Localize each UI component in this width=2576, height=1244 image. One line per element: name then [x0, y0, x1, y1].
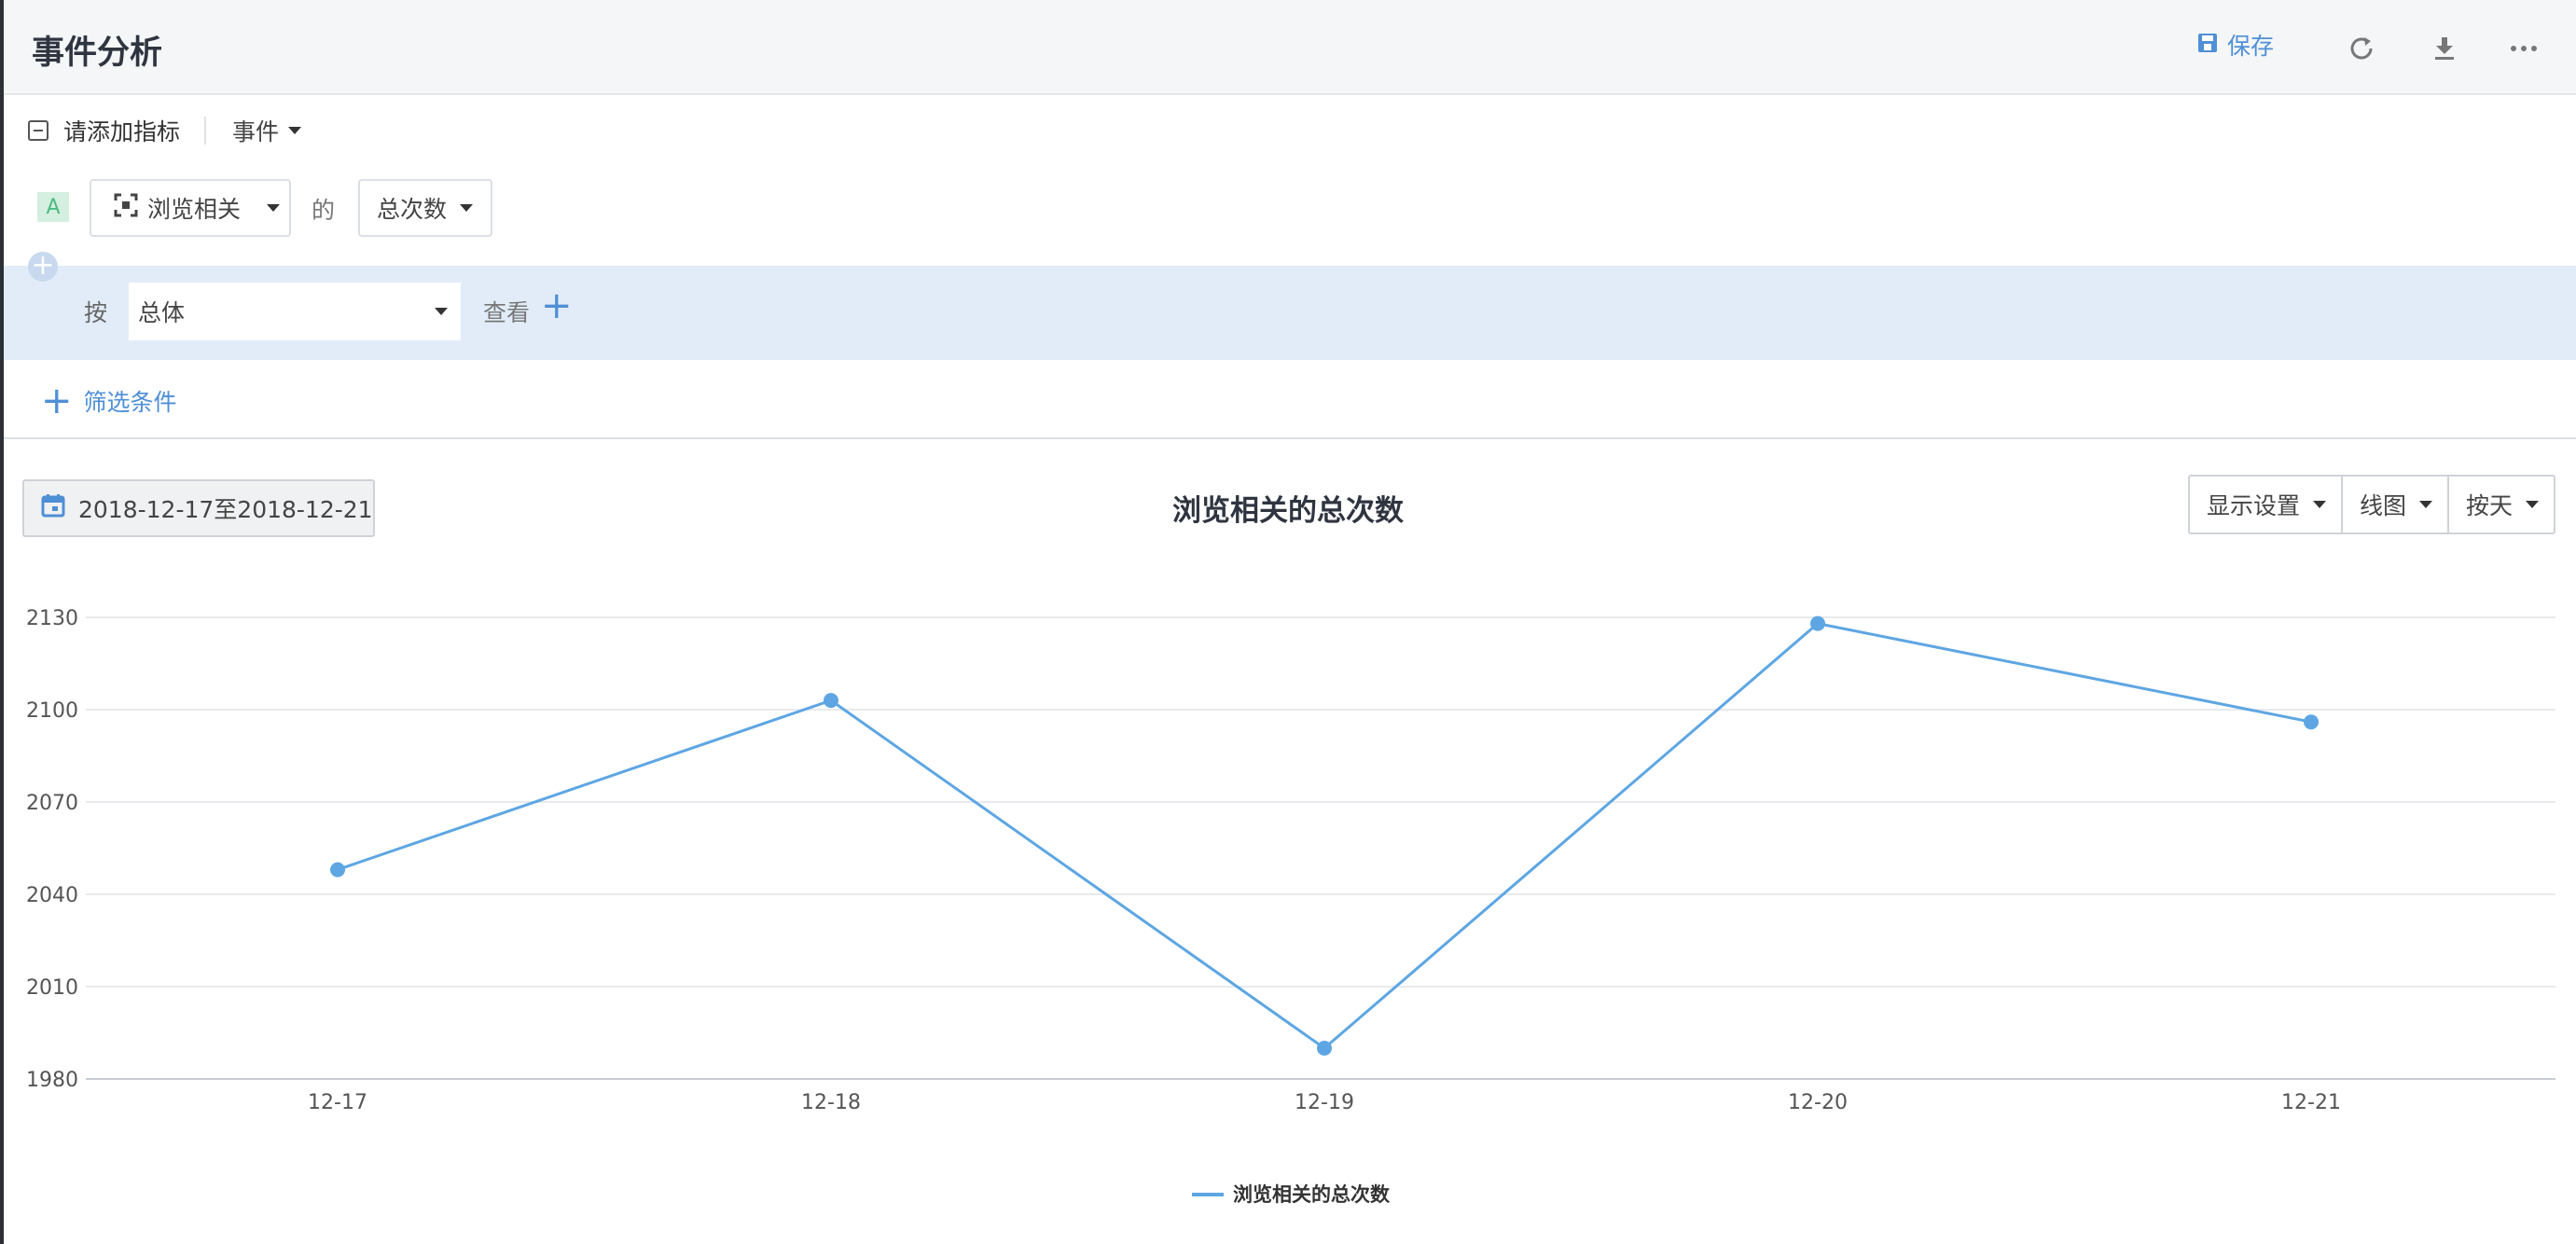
data-point: [1317, 1041, 1332, 1056]
y-tick-label: 2010: [26, 976, 78, 1000]
data-point: [2304, 714, 2319, 730]
data-point: [824, 693, 838, 709]
x-tick-label: 12-19: [1295, 1091, 1354, 1114]
y-tick-label: 2070: [26, 792, 78, 815]
series-line: [337, 621, 2312, 1050]
x-tick-label: 12-20: [1788, 1091, 1848, 1114]
x-tick-label: 12-17: [308, 1091, 367, 1114]
line-chart: 1980 2010 2040 2070 2100 2130 12-17 12-18 12-19 1…: [26, 607, 2555, 1206]
y-tick-label: 2100: [26, 699, 78, 723]
y-tick-label: 2130: [26, 607, 78, 630]
x-tick-label: 12-21: [2281, 1091, 2341, 1114]
data-point: [330, 862, 345, 878]
legend-label: 浏览相关的总次数: [1233, 1183, 1391, 1206]
data-point: [1810, 615, 1825, 631]
x-tick-label: 12-18: [801, 1091, 861, 1114]
y-tick-label: 2040: [26, 884, 78, 907]
y-tick-label: 1980: [26, 1069, 78, 1092]
